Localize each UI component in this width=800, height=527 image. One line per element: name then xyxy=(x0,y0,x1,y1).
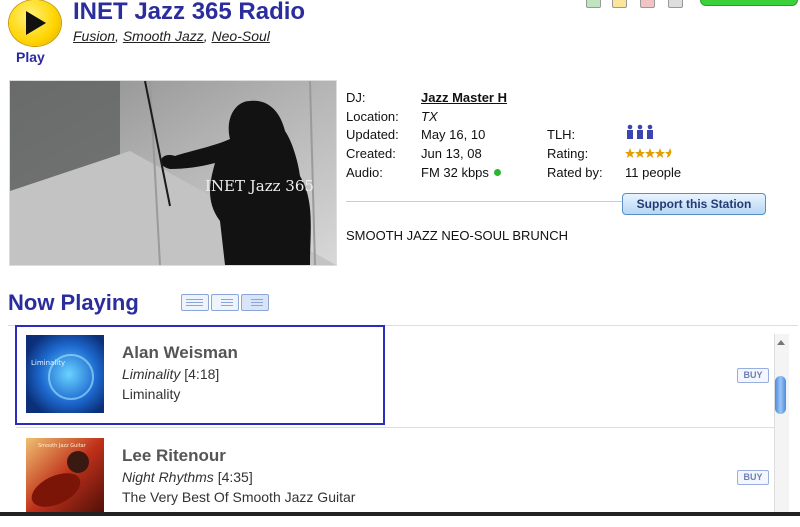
track-artist-2: Lee Ritenour xyxy=(122,446,226,465)
station-title: INET Jazz 365 Radio xyxy=(73,0,306,25)
playlist-scrollbar[interactable] xyxy=(774,334,789,516)
view-compact-button[interactable] xyxy=(181,294,209,311)
station-image-art: INET Jazz 365 xyxy=(10,81,336,265)
play-button[interactable] xyxy=(9,0,61,46)
playlist-panel: Liminality Alan Weisman Liminality [4:18… xyxy=(8,325,798,517)
play-label[interactable]: Play xyxy=(16,49,45,65)
audio-value: FM 32 kbps xyxy=(421,165,489,180)
station-image: INET Jazz 365 xyxy=(9,80,337,266)
toolbar-icon-share[interactable] xyxy=(612,0,627,8)
buy-button-2[interactable]: BUY xyxy=(737,470,769,485)
support-station-button[interactable]: Support this Station xyxy=(622,193,766,215)
dj-link[interactable]: Jazz Master H xyxy=(421,90,507,105)
track-duration-1: [4:18] xyxy=(184,366,220,382)
updated-label: Updated: xyxy=(346,127,399,142)
audio-info: FM 32 kbps xyxy=(421,165,501,180)
album-cover-2-text: Smooth Jazz Guitar xyxy=(38,443,87,449)
genre-link-fusion[interactable]: Fusion xyxy=(73,28,115,44)
track-album-2: The Very Best Of Smooth Jazz Guitar xyxy=(122,489,356,505)
created-value: Jun 13, 08 xyxy=(421,146,482,161)
listeners-icon xyxy=(625,124,655,145)
genre-link-smooth-jazz[interactable]: Smooth Jazz xyxy=(123,28,204,44)
track-separator xyxy=(16,427,781,428)
created-label: Created: xyxy=(346,146,396,161)
track-row-1[interactable]: Liminality Alan Weisman Liminality [4:18… xyxy=(15,325,385,425)
album-cover-1: Liminality xyxy=(26,335,104,413)
view-detailed-button[interactable] xyxy=(241,294,269,311)
album-cover-1-text: Liminality xyxy=(31,359,65,367)
genre-link-neo-soul[interactable]: Neo-Soul xyxy=(212,28,270,44)
details-divider xyxy=(346,201,624,202)
toolbar-icon-calendar[interactable] xyxy=(640,0,655,8)
scroll-up-arrow-icon[interactable] xyxy=(777,340,785,345)
genre-links: Fusion, Smooth Jazz, Neo-Soul xyxy=(73,28,270,44)
album-cover-2: Smooth Jazz Guitar xyxy=(26,438,104,516)
toolbar-icon-add[interactable] xyxy=(586,0,601,8)
play-icon xyxy=(26,11,46,35)
track-album-1: Liminality xyxy=(122,386,181,402)
toolbar-icon-box[interactable] xyxy=(668,0,683,8)
toolbar-green-button[interactable] xyxy=(700,0,798,6)
rated-by-label: Rated by: xyxy=(547,165,603,180)
window-bottom-edge xyxy=(0,512,800,516)
location-value: TX xyxy=(421,109,438,124)
scrollbar-thumb[interactable] xyxy=(775,376,786,414)
track-song-2: Night Rhythms [4:35] xyxy=(122,469,253,485)
view-list-button[interactable] xyxy=(211,294,239,311)
rating-stars-icon[interactable] xyxy=(625,147,677,165)
now-playing-title: Now Playing xyxy=(8,290,139,315)
tlh-label: TLH: xyxy=(547,127,576,142)
audio-label: Audio: xyxy=(346,165,383,180)
image-caption: INET Jazz 365 xyxy=(205,177,314,195)
track-duration-2: [4:35] xyxy=(217,469,253,485)
track-title-2: Night Rhythms xyxy=(122,469,214,485)
updated-value: May 16, 10 xyxy=(421,127,486,142)
dj-label: DJ: xyxy=(346,90,366,105)
track-title-1: Liminality xyxy=(122,366,181,382)
station-description: SMOOTH JAZZ NEO-SOUL BRUNCH xyxy=(346,228,568,243)
online-status-icon xyxy=(493,169,501,176)
rated-by-value: 11 people xyxy=(625,165,682,180)
buy-button-1[interactable]: BUY xyxy=(737,368,769,383)
location-label: Location: xyxy=(346,109,399,124)
track-song-1: Liminality [4:18] xyxy=(122,366,219,382)
track-artist-1: Alan Weisman xyxy=(122,343,238,362)
rating-label: Rating: xyxy=(547,146,589,161)
